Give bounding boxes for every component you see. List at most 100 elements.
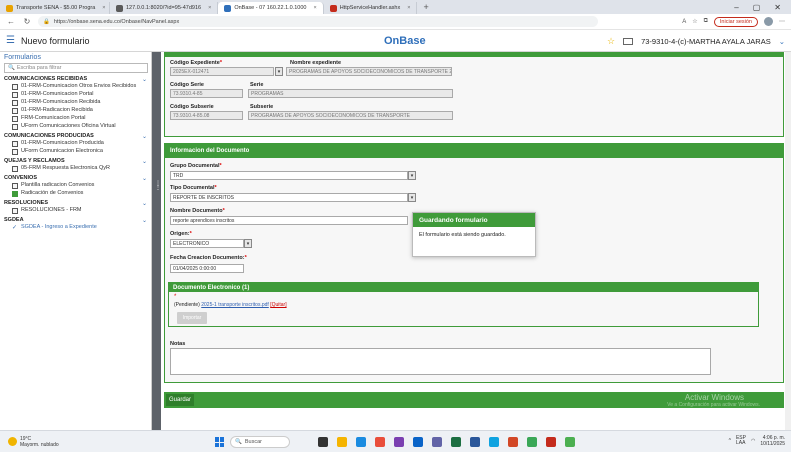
sidebar-search-input[interactable]: 🔍 Escriba para filtrar bbox=[4, 63, 148, 73]
menu-icon[interactable]: ☰ bbox=[0, 35, 21, 46]
sidebar-group[interactable]: COMUNICACIONES PRODUCIDAS ⌄ bbox=[4, 132, 151, 140]
sidebar-group[interactable]: QUEJAS Y RECLAMOS ⌄ bbox=[4, 157, 151, 165]
chevron-down-icon[interactable]: ⌄ bbox=[779, 37, 785, 46]
app-icon[interactable] bbox=[394, 437, 404, 447]
chevron-down-icon[interactable]: ⌄ bbox=[142, 133, 147, 140]
sidebar-group[interactable]: COMUNICACIONES RECIBIDAS ⌄ bbox=[4, 75, 151, 83]
teams-icon[interactable] bbox=[432, 437, 442, 447]
codigo-expediente-dropdown-icon[interactable]: ▾ bbox=[275, 67, 283, 76]
back-icon[interactable]: ← bbox=[6, 17, 16, 26]
sidebar-item[interactable]: 01-FRM-Radicacion Recibida bbox=[4, 107, 151, 115]
serie-field[interactable]: PROGRAMAS bbox=[248, 89, 453, 98]
edge-icon[interactable] bbox=[356, 437, 366, 447]
weather-widget[interactable]: 19°C Mayorm. nublado bbox=[0, 436, 180, 448]
clock[interactable]: 4:06 p. m. 10/11/2025 bbox=[760, 435, 785, 447]
panel-splitter[interactable]: ⋮ ⋮ bbox=[152, 52, 161, 430]
quit-file-link[interactable]: [Quitar] bbox=[270, 302, 286, 308]
lang-indicator[interactable]: ESP LAA bbox=[736, 436, 746, 446]
tray-chevron-icon[interactable]: ^ bbox=[729, 438, 731, 444]
codigo-serie-field[interactable]: 73.9310.4-85 bbox=[170, 89, 243, 98]
sidebar-item[interactable]: FRM-Comunicacion Portal bbox=[4, 115, 151, 123]
wifi-icon[interactable]: ◠ bbox=[751, 438, 755, 444]
form-scrollbar[interactable] bbox=[785, 52, 791, 430]
browser-tab[interactable]: 127.0.0.1:8020/?id=95-47d916 × bbox=[110, 2, 219, 14]
outlook-icon[interactable] bbox=[413, 437, 423, 447]
tipo-documental-select[interactable]: REPORTE DE INSCRITOS bbox=[170, 193, 408, 202]
maximize-icon[interactable]: ▢ bbox=[753, 3, 761, 12]
sidebar-item[interactable]: 01-FRM-Comunicacion Producida bbox=[4, 140, 151, 148]
sidebar-item[interactable]: Radicación de Convenios bbox=[4, 190, 151, 198]
subserie-field[interactable]: PROGRAMAS DE APOYOS SOCIOECONOMICOS DE T… bbox=[248, 111, 453, 120]
taskbar-search[interactable]: 🔍 Buscar bbox=[230, 436, 290, 448]
chevron-down-icon[interactable]: ⌄ bbox=[142, 158, 147, 165]
signin-button[interactable]: Iniciar sesión bbox=[713, 16, 758, 27]
save-button[interactable]: Guardar bbox=[166, 394, 194, 406]
sidebar-item[interactable]: 05-FRM Respuesta Electronica QyR bbox=[4, 165, 151, 173]
documento-electronico-section: Documento Electronico (1) * (Pendiente) … bbox=[168, 282, 759, 327]
mail-icon[interactable] bbox=[623, 38, 634, 45]
browser-tab[interactable]: HttpServiceHandler.ashx × bbox=[324, 2, 418, 14]
store-icon[interactable] bbox=[489, 437, 499, 447]
tab-close-icon[interactable]: × bbox=[313, 5, 316, 11]
word-icon[interactable] bbox=[470, 437, 480, 447]
minimize-icon[interactable]: – bbox=[734, 3, 738, 12]
grupo-documental-select[interactable]: TRD bbox=[170, 171, 408, 180]
form-icon bbox=[12, 166, 18, 172]
chevron-down-icon[interactable]: ⌄ bbox=[142, 217, 147, 224]
sidebar-item[interactable]: 01-FRM-Comunicacion Otros Envios Recibid… bbox=[4, 83, 151, 91]
tab-close-icon[interactable]: × bbox=[407, 5, 410, 11]
nombre-documento-input[interactable]: reporte aprendices inscritos bbox=[170, 216, 408, 225]
app3-icon[interactable] bbox=[565, 437, 575, 447]
tab-close-icon[interactable]: × bbox=[102, 5, 105, 11]
sidebar-group[interactable]: SGDEA ⌄ bbox=[4, 216, 151, 224]
sidebar-item[interactable]: ✓ SGDEA - Ingreso a Expediente bbox=[4, 224, 151, 232]
codigo-expediente-field[interactable]: 2025EX-012471 bbox=[170, 67, 274, 76]
pdf-icon[interactable] bbox=[546, 437, 556, 447]
chevron-down-icon[interactable]: ⌄ bbox=[142, 76, 147, 83]
favorite-icon[interactable]: ☆ bbox=[692, 18, 697, 25]
fecha-creacion-input[interactable]: 01/04/2025 0:00:00 bbox=[170, 264, 244, 273]
windows-start-icon[interactable] bbox=[215, 437, 225, 447]
sidebar-group[interactable]: CONVENIOS ⌄ bbox=[4, 174, 151, 182]
sidebar-item[interactable]: Plantilla radicacion Convenios bbox=[4, 182, 151, 190]
user-menu[interactable]: 73-9310-4-(c)-MARTHA AYALA JARAS bbox=[641, 37, 771, 46]
sidebar-item[interactable]: 01-FRM-Comunicacion Portal bbox=[4, 91, 151, 99]
reload-icon[interactable]: ↻ bbox=[22, 17, 32, 26]
tipo-documental-dropdown-icon[interactable]: ▾ bbox=[408, 193, 416, 202]
file-explorer-icon[interactable] bbox=[337, 437, 347, 447]
profile-icon[interactable] bbox=[764, 17, 773, 26]
sidebar-group[interactable]: RESOLUCIONES ⌄ bbox=[4, 199, 151, 207]
new-tab-button[interactable]: + bbox=[417, 2, 434, 12]
tab-close-icon[interactable]: × bbox=[208, 5, 211, 11]
splitter-grip[interactable]: ⋮ ⋮ bbox=[155, 181, 161, 212]
notas-textarea[interactable] bbox=[170, 348, 711, 375]
more-icon[interactable]: ⋯ bbox=[779, 18, 785, 25]
sidebar-item[interactable]: RESOLUCIONES - FRM bbox=[4, 207, 151, 215]
read-aloud-icon[interactable]: A bbox=[682, 19, 686, 25]
chevron-down-icon[interactable]: ⌄ bbox=[142, 175, 147, 182]
documento-electronico-header: Documento Electronico (1) bbox=[169, 283, 758, 292]
sidebar-item-label: Plantilla radicacion Convenios bbox=[21, 182, 95, 188]
nombre-expediente-field[interactable]: PROGRAMAS DE APOYOS SOCIOECONOMICOS DE T… bbox=[286, 67, 452, 76]
sidebar-item[interactable]: UForm Comunicaciones Oficina Virtual bbox=[4, 123, 151, 131]
browser-tab[interactable]: OnBase - 07 160.22.1.0.1000 × bbox=[218, 2, 324, 14]
chevron-down-icon[interactable]: ⌄ bbox=[142, 200, 147, 207]
browser-tab[interactable]: Transporte SENA - $5.00 Progra × bbox=[0, 2, 110, 14]
pending-file-link[interactable]: 2025-1 transporte inscritos.pdf bbox=[201, 302, 269, 308]
powerpoint-icon[interactable] bbox=[508, 437, 518, 447]
codigo-subserie-field[interactable]: 73.9310.4-85.08 bbox=[170, 111, 243, 120]
favorite-star-icon[interactable]: ☆ bbox=[607, 36, 615, 47]
task-view-icon[interactable] bbox=[318, 437, 328, 447]
chrome-icon[interactable] bbox=[375, 437, 385, 447]
url-field[interactable]: 🔒 https://onbase.sena.edu.co/Onbase/NavP… bbox=[38, 16, 598, 27]
close-icon[interactable]: ✕ bbox=[774, 3, 781, 12]
import-button[interactable]: Importar bbox=[177, 312, 207, 324]
sidebar-item[interactable]: 01-FRM-Comunicacion Recibida bbox=[4, 99, 151, 107]
grupo-documental-dropdown-icon[interactable]: ▾ bbox=[408, 171, 416, 180]
app2-icon[interactable] bbox=[527, 437, 537, 447]
excel-icon[interactable] bbox=[451, 437, 461, 447]
origen-dropdown-icon[interactable]: ▾ bbox=[244, 239, 252, 248]
origen-select[interactable]: ELECTRONICO bbox=[170, 239, 244, 248]
sidebar-item[interactable]: UForm Comunicacion Electronica bbox=[4, 148, 151, 156]
collections-icon[interactable]: ⧉ bbox=[704, 18, 708, 25]
